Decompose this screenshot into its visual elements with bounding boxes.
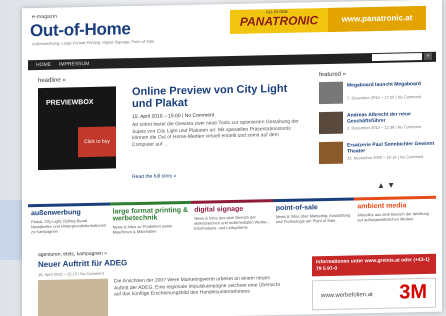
website-screenshot: e-magazin Out-of-Home Außenwerbung, Larg…	[22, 0, 442, 316]
category-large-format[interactable]: large format printing & werbetechnik New…	[109, 200, 192, 247]
story-date: 16. April 2010 – 15:10 | No Comment	[38, 270, 104, 278]
logo-kicker: e-magazin	[32, 13, 58, 21]
featured-thumb[interactable]	[319, 141, 343, 165]
story-image[interactable]	[38, 278, 108, 316]
banner-url: www.panatronic.at	[328, 5, 426, 32]
category-title[interactable]: ambient media	[357, 202, 433, 210]
category-digital-signage[interactable]: digital signage News & Infos aus dem Ber…	[191, 199, 273, 245]
page: e-magazin Out-of-Home Außenwerbung, Larg…	[0, 0, 446, 316]
featured-date: 7. Dezember 2010 – 17:20 | No Comment	[347, 94, 422, 101]
featured-title[interactable]: Ersatzerie Paul Sonnbichler Gewinnt Thea…	[347, 141, 439, 155]
banner-top-text: ALL IN ONE	[266, 8, 288, 15]
ad-info-box[interactable]: Informationen unter www.greinis.at oder …	[312, 253, 436, 277]
featured-thumb[interactable]	[319, 111, 343, 135]
story-label: agenturen, ebits, kampagnen »	[38, 250, 107, 259]
hero-image[interactable]: PREVIEWBOX Click to buy	[38, 86, 116, 171]
category-text: News & Infos über Marketing, Ausstattung…	[275, 212, 351, 225]
category-point-of-sale[interactable]: point-of-sale News & Infos über Marketin…	[272, 197, 355, 244]
search-icon[interactable]: »	[424, 52, 432, 60]
category-title[interactable]: point-of-sale	[276, 203, 352, 212]
panatronic-banner[interactable]: ALL IN ONE PANATRONIC www.panatronic.at	[230, 5, 426, 35]
story-title[interactable]: Neuer Auftritt für ADEG	[38, 258, 127, 269]
headline-label: headline »	[38, 77, 66, 85]
featured-title[interactable]: Andreas Albrecht der neue Geschäftsführe…	[347, 111, 439, 124]
hero-button[interactable]: Click to buy	[78, 126, 116, 158]
featured-item[interactable]: Ersatzerie Paul Sonnbichler Gewinnt Thea…	[319, 140, 439, 169]
site-logo[interactable]: Out-of-Home	[30, 19, 131, 41]
hero-tag: PREVIEWBOX	[46, 98, 94, 107]
featured-title[interactable]: Megaboard launcht Megaboard	[347, 81, 439, 89]
ad-3m-url: www.werbefolien.at	[321, 292, 373, 300]
featured-thumb[interactable]	[319, 81, 343, 105]
category-text: Aktuelles aus dem Bereich der Werbung au…	[357, 210, 429, 223]
story-text: Die Anschrien der 2007 Were Marketingwer…	[114, 275, 280, 298]
category-title[interactable]: digital signage	[194, 205, 270, 214]
lead-date: 15. April 2010 – 15:00 | No Comment	[132, 112, 215, 121]
category-text: News & Infos aus dem Bereich der elektro…	[194, 214, 269, 231]
category-title[interactable]: large format printing & werbetechnik	[113, 207, 189, 223]
site-header: e-magazin Out-of-Home Außenwerbung, Larg…	[22, 0, 442, 53]
ad-3m-logo: 3M	[399, 280, 427, 304]
category-ambient-media[interactable]: ambient media Aktuelles aus dem Bereich …	[354, 195, 436, 242]
lead-text: Ab sofort bietet die Gewista zwei neue T…	[132, 118, 299, 148]
featured-date: 23. November 2009 – 10:14 | No Comment	[347, 153, 424, 161]
main-nav: HOME IMPRESSUM »	[28, 51, 436, 71]
decor-stripe	[0, 200, 22, 260]
nav-home[interactable]: HOME	[36, 62, 51, 68]
featured-label: featured »	[319, 71, 347, 79]
lead-title[interactable]: Online Preview von City Light und Plakat	[132, 83, 302, 110]
category-text: Plakat, City Light, Rolling Board Neuigk…	[31, 218, 107, 235]
arrow-up-icon[interactable]: ▲	[377, 181, 385, 190]
category-title[interactable]: außenwerbung	[31, 209, 107, 217]
category-strip: außenwerbung Plakat, City Light, Rolling…	[28, 195, 436, 249]
category-text: News & Infos zu Produkten sowie Maschine…	[112, 223, 173, 235]
featured-date: 2. Dezember 2010 – 12:38 | No Comment	[347, 124, 422, 131]
featured-item[interactable]: Andreas Albrecht der neue Geschäftsführe…	[319, 110, 439, 139]
category-aussenwerbung[interactable]: außenwerbung Plakat, City Light, Rolling…	[28, 202, 110, 249]
featured-item[interactable]: Megaboard launcht Megaboard 7. Dezember …	[319, 80, 439, 109]
nav-impressum[interactable]: IMPRESSUM	[59, 61, 89, 68]
carousel-arrows[interactable]: ▲ ▼	[377, 181, 395, 190]
read-more-link[interactable]: Read the full story »	[132, 173, 176, 180]
banner-brand: PANATRONIC	[239, 13, 319, 29]
arrow-down-icon[interactable]: ▼	[387, 181, 395, 190]
search-input[interactable]	[372, 53, 422, 62]
ad-3m-banner[interactable]: www.werbefolien.at 3M	[312, 277, 436, 311]
